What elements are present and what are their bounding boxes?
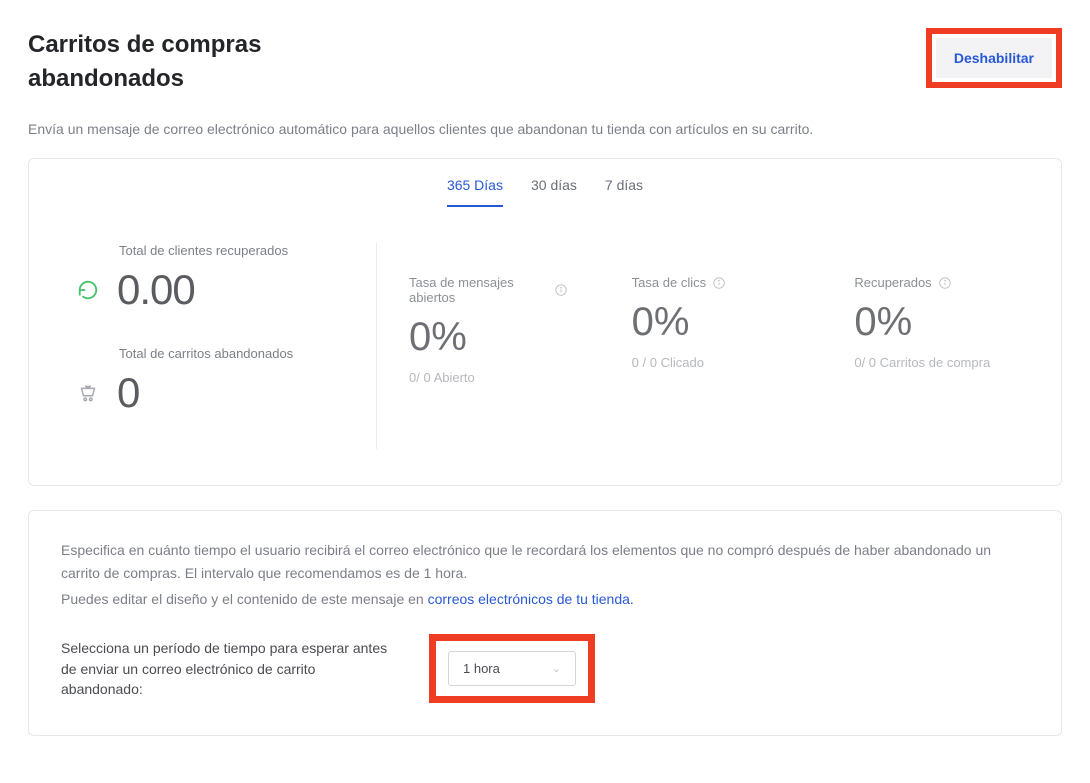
- cart-icon: [77, 382, 99, 404]
- left-stats-column: Total de clientes recuperados 0.00 Total…: [77, 243, 377, 449]
- metric-click-rate-value: 0%: [632, 300, 791, 345]
- store-emails-link[interactable]: correos electrónicos de tu tienda.: [428, 591, 634, 607]
- metric-click-rate-title: Tasa de clics: [632, 275, 706, 290]
- time-selector-value: 1 hora: [463, 661, 500, 676]
- time-selector-dropdown[interactable]: 1 hora ⌄: [448, 651, 576, 686]
- metric-recovered: Recuperados 0% 0/ 0 Carritos de compra: [854, 275, 1013, 370]
- chevron-down-icon: ⌄: [552, 662, 561, 675]
- stats-card: 365 Días 30 días 7 días Total de cliente…: [28, 158, 1062, 486]
- abandoned-carts-label: Total de carritos abandonados: [119, 346, 352, 361]
- metric-open-rate-value: 0%: [409, 315, 568, 360]
- recovered-clients-value: 0.00: [117, 266, 195, 314]
- metric-recovered-title: Recuperados: [854, 275, 931, 290]
- config-paragraph-2: Puedes editar el diseño y el contenido d…: [61, 588, 1029, 610]
- config-paragraph-1: Especifica en cuánto tiempo el usuario r…: [61, 539, 1029, 584]
- metrics-column: Tasa de mensajes abiertos 0% 0/ 0 Abiert…: [377, 243, 1013, 449]
- metric-open-rate: Tasa de mensajes abiertos 0% 0/ 0 Abiert…: [409, 275, 568, 385]
- metric-click-rate: Tasa de clics 0% 0 / 0 Clicado: [632, 275, 791, 370]
- highlight-time-selector: 1 hora ⌄: [429, 634, 595, 703]
- tab-7-days[interactable]: 7 días: [605, 177, 643, 207]
- metric-open-rate-title: Tasa de mensajes abiertos: [409, 275, 548, 305]
- abandoned-carts-value: 0: [117, 369, 139, 417]
- highlight-disable-button: Deshabilitar: [926, 28, 1062, 88]
- metric-click-rate-sub: 0 / 0 Clicado: [632, 355, 791, 370]
- time-range-tabs: 365 Días 30 días 7 días: [29, 159, 1061, 207]
- recovered-clients-label: Total de clientes recuperados: [119, 243, 352, 258]
- tab-365-days[interactable]: 365 Días: [447, 177, 503, 207]
- disable-button[interactable]: Deshabilitar: [936, 38, 1052, 78]
- refresh-icon: [77, 279, 99, 301]
- page-description: Envía un mensaje de correo electrónico a…: [28, 119, 1062, 140]
- time-selector-label: Selecciona un período de tiempo para esp…: [61, 638, 401, 699]
- info-icon[interactable]: [554, 283, 568, 297]
- tab-30-days[interactable]: 30 días: [531, 177, 577, 207]
- info-icon[interactable]: [712, 276, 726, 290]
- metric-recovered-sub: 0/ 0 Carritos de compra: [854, 355, 1013, 370]
- page-title: Carritos de compras abandonados: [28, 28, 328, 95]
- config-paragraph-2-pre: Puedes editar el diseño y el contenido d…: [61, 591, 428, 607]
- info-icon[interactable]: [938, 276, 952, 290]
- metric-open-rate-sub: 0/ 0 Abierto: [409, 370, 568, 385]
- metric-recovered-value: 0%: [854, 300, 1013, 345]
- config-card: Especifica en cuánto tiempo el usuario r…: [28, 510, 1062, 736]
